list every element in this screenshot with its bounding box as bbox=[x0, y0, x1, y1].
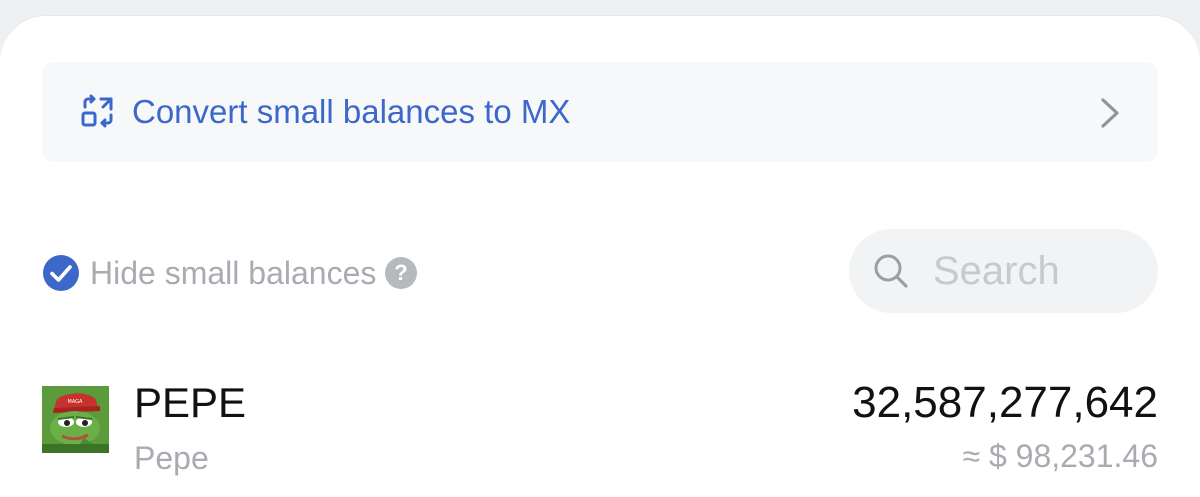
convert-icon bbox=[81, 94, 113, 128]
asset-amount: 32,587,277,642 bbox=[852, 378, 1158, 427]
svg-text:?: ? bbox=[395, 260, 408, 285]
hide-small-balances-label: Hide small balances bbox=[90, 254, 377, 291]
asset-symbol: PEPE bbox=[134, 379, 247, 426]
convert-small-balances-label: Convert small balances to MX bbox=[132, 93, 571, 130]
checkbox-checked-icon[interactable] bbox=[42, 254, 80, 292]
pepe-frog-logo: MAGA bbox=[42, 386, 109, 453]
balances-card: Convert small balances to MX Hide small … bbox=[0, 16, 1200, 497]
asset-name: Pepe bbox=[134, 440, 209, 476]
pepe-logo-image: MAGA bbox=[42, 386, 109, 453]
svg-text:MAGA: MAGA bbox=[68, 399, 84, 405]
search-icon bbox=[874, 254, 908, 288]
hide-small-balances-toggle[interactable]: Hide small balances ? bbox=[42, 251, 418, 295]
asset-usd-value: ≈ $ 98,231.46 bbox=[962, 438, 1159, 474]
convert-small-balances-banner[interactable]: Convert small balances to MX bbox=[42, 62, 1158, 162]
search-box[interactable] bbox=[849, 229, 1158, 313]
search-input[interactable] bbox=[933, 243, 1143, 299]
question-circle-icon[interactable]: ? bbox=[384, 256, 418, 290]
asset-row-pepe[interactable]: MAGA PEPE Pepe 32,587,277,642 ≈ $ 98,231… bbox=[42, 376, 1158, 486]
chevron-right-icon bbox=[1101, 98, 1119, 128]
